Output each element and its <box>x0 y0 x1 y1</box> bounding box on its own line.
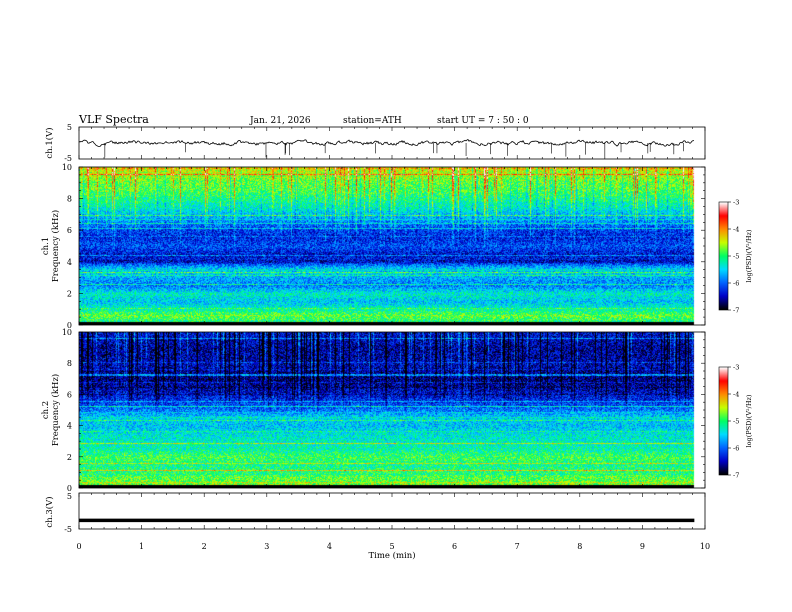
colorbar-tick-label: -3 <box>733 199 739 207</box>
colorbar-tick-label: -6 <box>733 445 739 453</box>
y-tick-label: 8 <box>67 359 72 368</box>
header-date: Jan. 21, 2026 <box>249 116 311 126</box>
time-axis-ticklabel: 7 <box>515 542 520 551</box>
ch2-spectrogram-channel-label: ch.2 <box>41 401 51 419</box>
time-axis-ticklabel: 8 <box>577 542 582 551</box>
ch2-colorbar-gradient <box>719 367 728 475</box>
ch3-waveform-ylabel: ch.3(V) <box>44 496 55 527</box>
ch2-colorbar: -3 -4 -5 -6 -7 log(PSD)(V²/Hz) <box>718 364 753 480</box>
colorbar-tick-label: -5 <box>733 418 739 426</box>
colorbar-tick-label: -3 <box>733 364 739 372</box>
y-tick-label: 6 <box>67 390 72 399</box>
ch1-colorbar-label: log(PSD)(V²/Hz) <box>745 229 753 282</box>
colorbar-tick-label: -7 <box>733 307 739 315</box>
ch1-colorbar-ticks: -3 -4 -5 -6 -7 <box>728 199 739 315</box>
time-axis-ticklabel: 4 <box>327 542 332 551</box>
ch3-ytick-bottom: -5 <box>64 525 72 534</box>
time-axis-ticklabel: 6 <box>452 542 457 551</box>
header-station: station=ATH <box>343 116 402 126</box>
ch1-waveform-panel: 5 -5 ch.1(V) <box>44 123 706 163</box>
time-axis-ticklabel: 5 <box>389 542 394 551</box>
time-axis-ticklabel: 10 <box>700 542 710 551</box>
ch1-colorbar-gradient <box>719 202 728 310</box>
ch3-waveform-frame <box>78 492 706 530</box>
y-tick-label: 4 <box>67 422 72 431</box>
ch1-spectrogram-ylabel: Frequency (kHz) <box>50 210 61 282</box>
colorbar-tick-label: -5 <box>733 253 739 261</box>
time-axis-ticklabel: 3 <box>264 542 269 551</box>
ch1-colorbar: -3 -4 -5 -6 -7 log(PSD)(V²/Hz) <box>718 199 753 315</box>
y-tick-label: 10 <box>62 328 72 337</box>
colorbar-tick-label: -4 <box>733 391 739 399</box>
ch2-spectrogram-ylabel: Frequency (kHz) <box>50 374 61 446</box>
ch2-spectrogram-image <box>79 332 705 488</box>
vlf-spectra-figure: VLF Spectra Jan. 21, 2026 station=ATH st… <box>41 113 753 561</box>
time-axis-ticklabel: 9 <box>640 542 645 551</box>
time-axis-ticklabel: 1 <box>139 542 144 551</box>
ch1-spectrogram-image <box>79 167 705 325</box>
ch1-spectrogram-channel-label: ch.1 <box>41 237 51 255</box>
y-tick-label: 4 <box>67 258 72 267</box>
y-tick-label: 2 <box>67 289 72 298</box>
colorbar-tick-label: -7 <box>733 472 739 480</box>
ch2-colorbar-ticks: -3 -4 -5 -6 -7 <box>728 364 739 480</box>
time-axis-ticklabels: 0 1 2 3 4 5 6 7 8 9 10 <box>76 542 710 551</box>
ch2-spectrogram-panel: 0246810 ch.2 Frequency (kHz) <box>41 328 706 493</box>
y-tick-label: 2 <box>67 453 72 462</box>
ch3-waveform-panel: 5 -5 ch.3(V) 0 1 2 3 4 5 6 7 8 9 10 Time (min) <box>44 492 710 561</box>
y-tick-label: 10 <box>62 163 72 172</box>
time-axis-ticklabel: 2 <box>202 542 207 551</box>
ch3-ytick-top: 5 <box>67 492 72 501</box>
colorbar-tick-label: -6 <box>733 280 739 288</box>
header-start-time: start UT = 7 : 50 : 0 <box>437 116 529 126</box>
time-axis-label: Time (min) <box>368 550 415 561</box>
y-tick-label: 8 <box>67 195 72 204</box>
ch1-ytick-bottom: -5 <box>64 154 72 163</box>
ch1-spectrogram-panel: 0246810 ch.1 Frequency (kHz) <box>41 163 706 330</box>
ch1-waveform-ylabel: ch.1(V) <box>44 127 55 158</box>
ch1-ytick-top: 5 <box>67 123 72 132</box>
time-axis-ticklabel: 0 <box>76 542 81 551</box>
ch2-colorbar-label: log(PSD)(V²/Hz) <box>745 394 753 447</box>
y-tick-label: 6 <box>67 226 72 235</box>
figure-title: VLF Spectra <box>78 113 149 126</box>
colorbar-tick-label: -4 <box>733 226 739 234</box>
